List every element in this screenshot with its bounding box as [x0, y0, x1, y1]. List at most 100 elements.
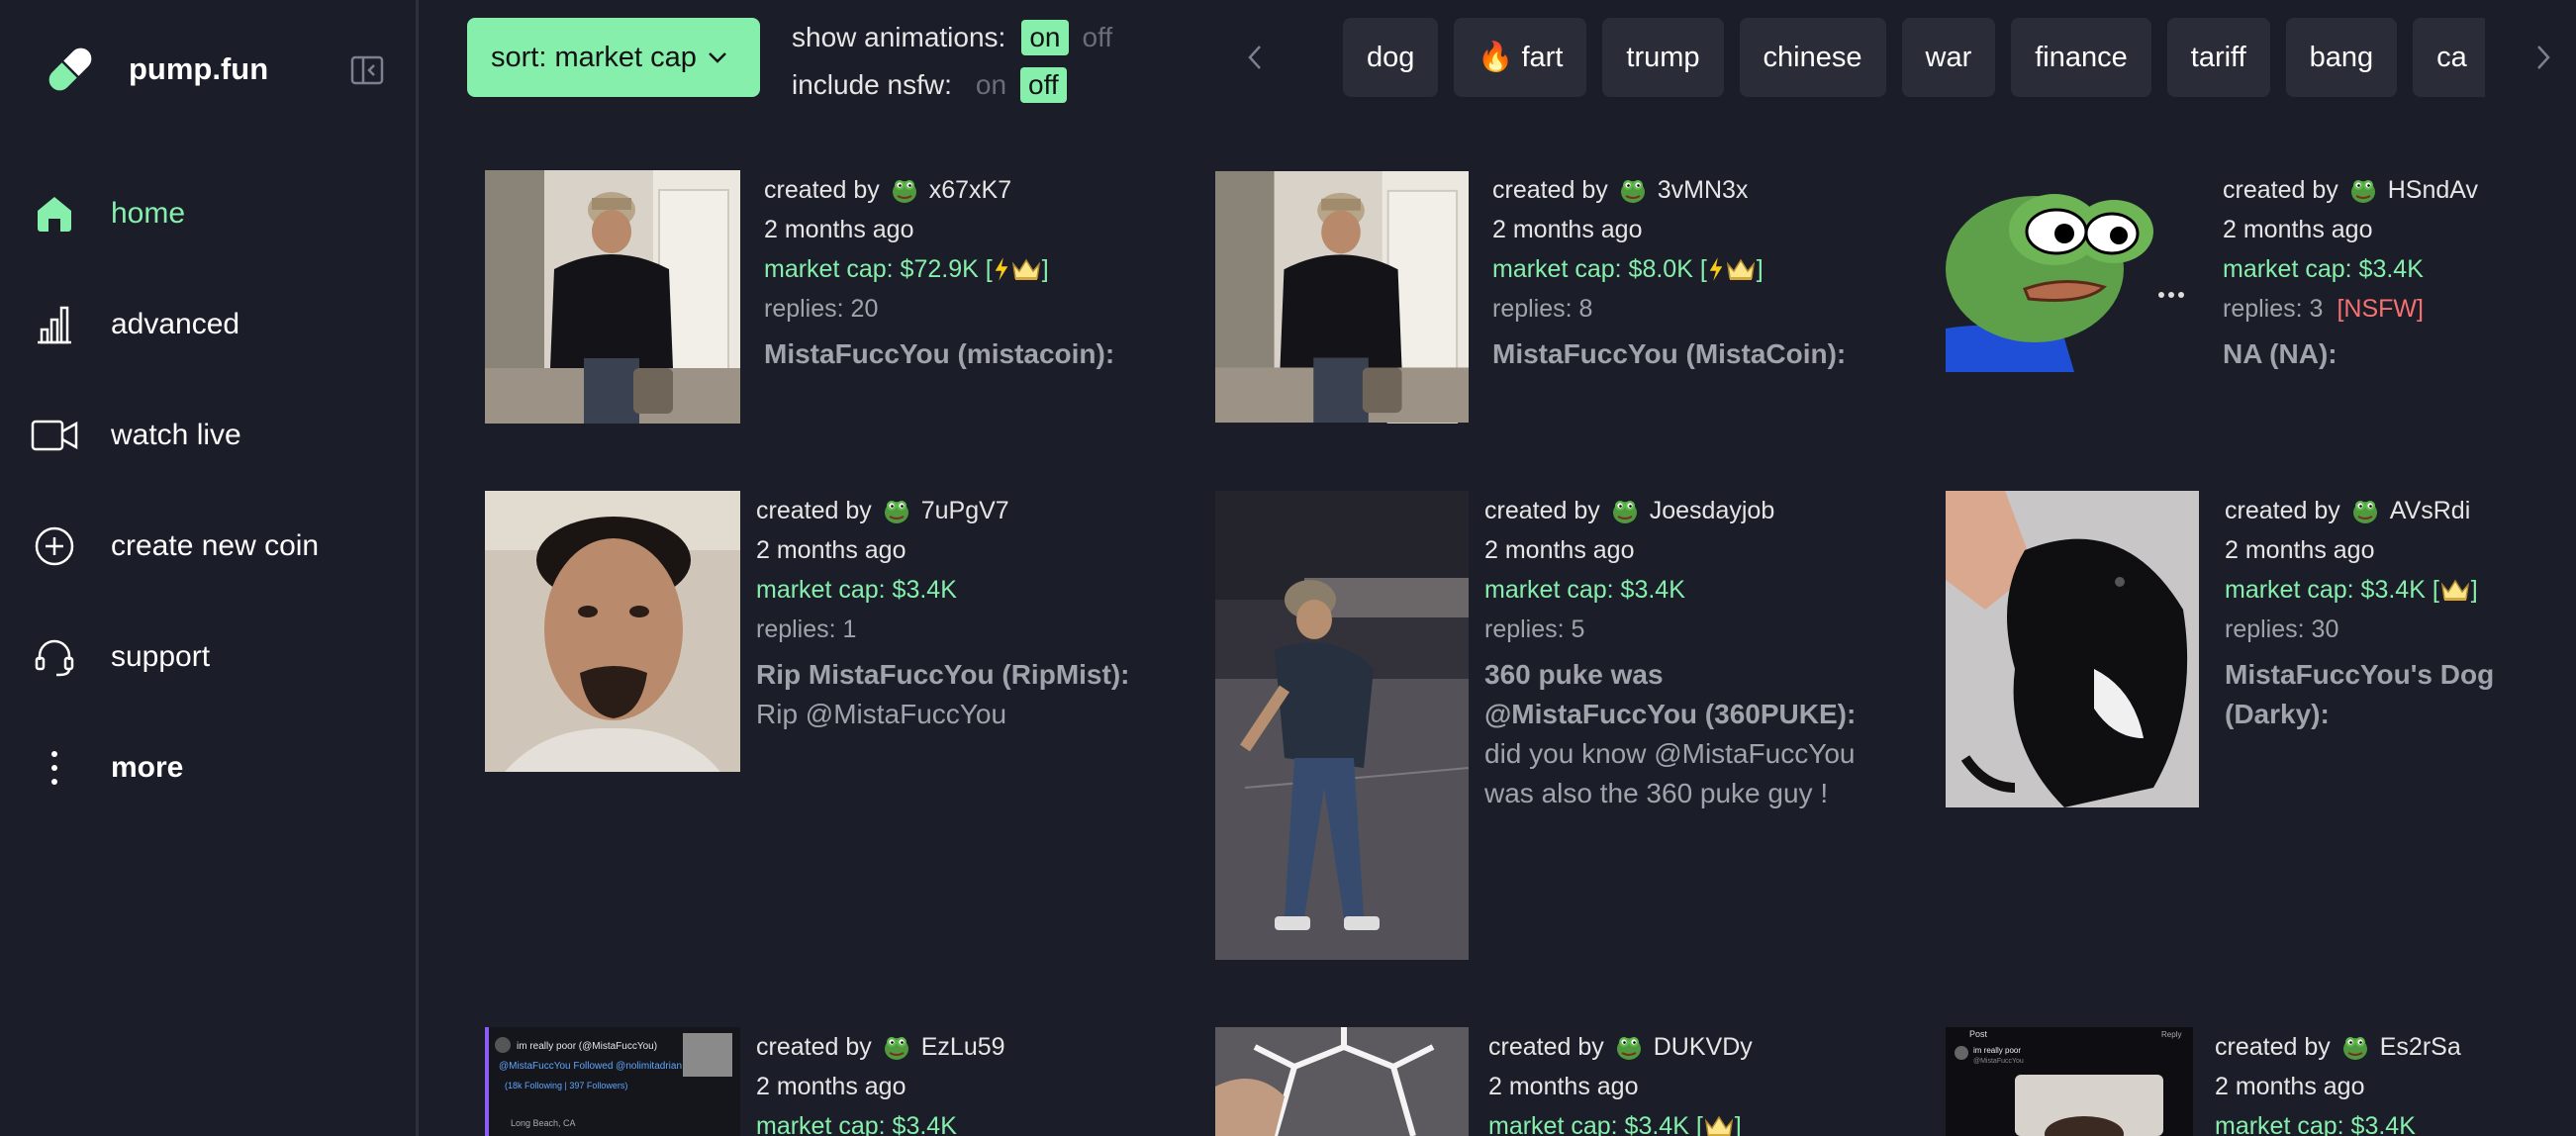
- chip-dog[interactable]: dog: [1343, 18, 1439, 97]
- post-header: Post: [1969, 1029, 1988, 1039]
- bolt-icon: [1707, 256, 1725, 282]
- frog-avatar-icon: [1610, 496, 1640, 525]
- sidebar-item-create-new-coin[interactable]: create new coin: [30, 491, 319, 602]
- nsfw-off-option[interactable]: off: [1020, 67, 1067, 103]
- sidebar-item-advanced[interactable]: advanced: [30, 269, 319, 380]
- market-cap: market cap: $3.4K: [1484, 576, 1685, 604]
- creator-name[interactable]: Joesdayjob: [1650, 491, 1774, 530]
- creator-name[interactable]: EzLu59: [921, 1027, 1005, 1067]
- collapse-sidebar-icon[interactable]: [350, 55, 384, 85]
- creator-name[interactable]: AVsRdi: [2390, 491, 2471, 530]
- brand[interactable]: pump.fun: [40, 36, 268, 103]
- chip-finance[interactable]: finance: [2011, 18, 2151, 97]
- animations-label: show animations:: [792, 22, 1006, 52]
- coin-thumbnail: [1946, 491, 2199, 807]
- market-cap: market cap: $3.4K: [1488, 1112, 1689, 1136]
- coin-info: created by DUKVDy 2 months ago market ca…: [1469, 1027, 1753, 1136]
- chip-ca[interactable]: ca: [2413, 18, 2485, 97]
- coin-card[interactable]: created by DUKVDy 2 months ago market ca…: [1215, 1027, 1753, 1136]
- frog-avatar-icon: [890, 175, 919, 205]
- coin-card[interactable]: created by 7uPgV7 2 months ago market ca…: [485, 491, 1129, 772]
- animations-on-option[interactable]: on: [1021, 20, 1069, 55]
- coin-card[interactable]: im really poor (@MistaFuccYou) @MistaFuc…: [485, 1027, 1005, 1136]
- market-cap: market cap: $3.4K: [2225, 576, 2426, 604]
- crown-icon: [1703, 1113, 1735, 1136]
- bar-chart-icon: [30, 300, 79, 349]
- coin-card[interactable]: created by x67xK7 2 months ago market ca…: [485, 170, 1114, 424]
- chips-scroll-right-button[interactable]: [2533, 22, 2576, 93]
- coin-thumbnail: [485, 170, 740, 424]
- coin-card[interactable]: created by 3vMN3x 2 months ago market ca…: [1215, 170, 1846, 424]
- creator-line: created by x67xK7: [764, 170, 1011, 210]
- market-cap-line: market cap: $3.4K []: [2225, 570, 2494, 610]
- chip-tariff[interactable]: tariff: [2166, 18, 2270, 97]
- coin-card[interactable]: created by HSndAv 2 months ago market ca…: [1946, 170, 2478, 374]
- chip-trump[interactable]: trump: [1602, 18, 1724, 97]
- nsfw-label: include nsfw:: [792, 69, 952, 100]
- coin-title: MistaFuccYou (mistacoin):: [764, 338, 1115, 369]
- sidebar-item-label: more: [111, 751, 184, 784]
- sort-dropdown[interactable]: sort: market cap: [467, 18, 760, 97]
- frog-avatar-icon: [882, 1032, 911, 1062]
- sidebar: pump.fun home advanced watch live create…: [0, 0, 419, 1136]
- market-cap: market cap: $3.4K: [2223, 255, 2424, 283]
- created-by-label: created by: [764, 176, 880, 204]
- market-cap-line: market cap: $8.0K []: [1492, 249, 1846, 289]
- sidebar-item-home[interactable]: home: [30, 158, 319, 269]
- creator-line: created by Joesdayjob: [1484, 491, 1774, 530]
- headset-icon: [30, 632, 79, 682]
- tweet-location: Long Beach, CA: [511, 1118, 576, 1128]
- chip-fart[interactable]: 🔥 fart: [1454, 18, 1587, 97]
- coin-description-line: was also the 360 puke guy !: [1484, 778, 1829, 808]
- market-cap: market cap: $3.4K: [756, 576, 957, 604]
- post-reply: Reply: [2161, 1030, 2181, 1039]
- creator-name[interactable]: 7uPgV7: [921, 491, 1009, 530]
- sidebar-item-label: advanced: [111, 308, 240, 340]
- frog-avatar-icon: [2350, 496, 2380, 525]
- coin-description-line: did you know @MistaFuccYou: [1484, 738, 1856, 769]
- created-by-label: created by: [2223, 176, 2338, 204]
- animations-off-option[interactable]: off: [1075, 20, 1121, 55]
- creator-name[interactable]: 3vMN3x: [1658, 170, 1749, 210]
- created-time: 2 months ago: [756, 1073, 906, 1100]
- replies-count: replies: 1: [756, 615, 857, 643]
- created-time: 2 months ago: [1484, 536, 1635, 564]
- coin-title: MistaFuccYou (MistaCoin):: [1492, 338, 1847, 369]
- created-by-label: created by: [1484, 497, 1600, 524]
- creator-line: created by Es2rSa: [2215, 1027, 2461, 1067]
- sidebar-item-support[interactable]: support: [30, 602, 319, 712]
- coin-card[interactable]: Post Reply im really poor @MistaFuccYou …: [1946, 1027, 2461, 1136]
- market-cap-line: market cap: $72.9K []: [764, 249, 1114, 289]
- chip-bang[interactable]: bang: [2285, 18, 2398, 97]
- coin-description: did you know @MistaFuccYou was also the …: [1484, 734, 1856, 813]
- created-time: 2 months ago: [756, 536, 906, 564]
- creator-name[interactable]: HSndAv: [2388, 170, 2478, 210]
- badges: []: [2432, 576, 2478, 604]
- sidebar-item-label: support: [111, 640, 211, 673]
- replies-line: replies: 3 [NSFW]: [2223, 289, 2478, 329]
- sidebar-item-watch-live[interactable]: watch live: [30, 380, 319, 491]
- fire-icon: 🔥: [1478, 42, 1514, 73]
- chip-war[interactable]: war: [1901, 18, 1996, 97]
- market-cap: market cap: $8.0K: [1492, 255, 1693, 283]
- chevron-left-icon: [1248, 46, 1261, 69]
- replies-count: replies: 5: [1484, 615, 1585, 643]
- coin-title-line: 360 puke was: [1484, 659, 1664, 690]
- tweet-follow: (18k Following | 397 Followers): [505, 1081, 627, 1090]
- coin-card[interactable]: created by AVsRdi 2 months ago market ca…: [1946, 491, 2494, 807]
- creator-name[interactable]: x67xK7: [929, 170, 1011, 210]
- chips-scroll-left-button[interactable]: [1219, 22, 1290, 93]
- created-by-label: created by: [2215, 1033, 2331, 1061]
- coin-title-line: @MistaFuccYou (360PUKE):: [1484, 699, 1857, 729]
- creator-name[interactable]: DUKVDy: [1654, 1027, 1753, 1067]
- created-time: 2 months ago: [2225, 536, 2375, 564]
- sidebar-item-more[interactable]: more: [30, 712, 319, 823]
- more-vertical-icon: [30, 743, 79, 793]
- coin-card[interactable]: created by Joesdayjob 2 months ago marke…: [1215, 491, 1856, 960]
- creator-line: created by EzLu59: [756, 1027, 1005, 1067]
- nsfw-on-option[interactable]: on: [968, 67, 1014, 103]
- chip-chinese[interactable]: chinese: [1739, 18, 1886, 97]
- creator-name[interactable]: Es2rSa: [2380, 1027, 2461, 1067]
- market-cap: market cap: $72.9K: [764, 255, 979, 283]
- sidebar-item-label: watch live: [111, 419, 241, 451]
